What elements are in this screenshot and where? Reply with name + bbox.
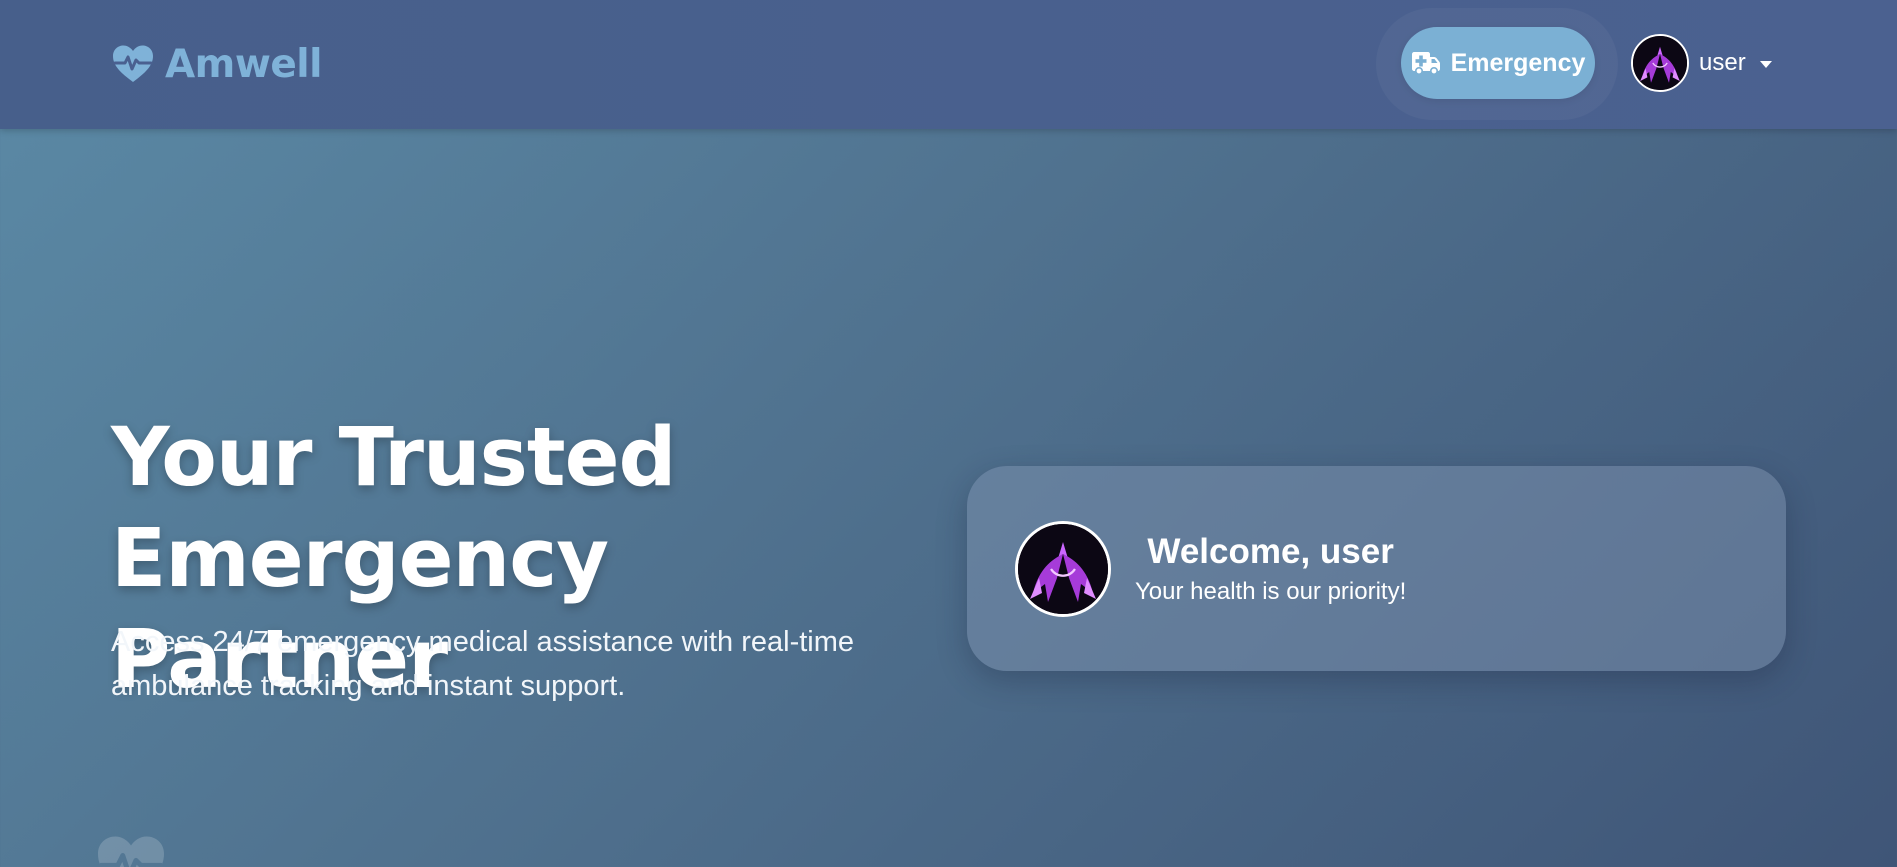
hero-subtitle-line-2: ambulance tracking and instant support. [111,670,626,702]
welcome-text: Welcome, user Your health is our priorit… [1135,530,1406,608]
decorative-heart-icon [98,836,164,867]
navbar: Amwell Emergency user [0,0,1897,129]
heart-pulse-icon [113,45,153,82]
user-name-label: user [1699,49,1746,76]
emergency-button-label: Emergency [1450,48,1586,77]
welcome-avatar [1015,520,1111,617]
welcome-message: Your health is our priority! [1135,577,1407,605]
hero-title-line-1: Your Trusted [111,411,676,505]
avatar-image [1633,36,1687,90]
avatar-image [1018,523,1108,614]
hero-subtitle-line-1: Access 24/7 emergency medical assistance… [111,626,855,658]
avatar [1631,34,1689,92]
welcome-heading: Welcome, user [1147,531,1394,571]
welcome-card: Welcome, user Your health is our priorit… [967,466,1786,671]
caret-down-icon [1759,60,1772,68]
brand-name: Amwell [165,41,323,87]
ambulance-icon [1411,52,1440,75]
user-menu-dropdown[interactable]: user [1631,33,1772,93]
hero-subtitle: Access 24/7 emergency medical assistance… [111,620,941,708]
brand-logo-link[interactable]: Amwell [111,36,323,92]
emergency-button[interactable]: Emergency [1401,27,1595,99]
